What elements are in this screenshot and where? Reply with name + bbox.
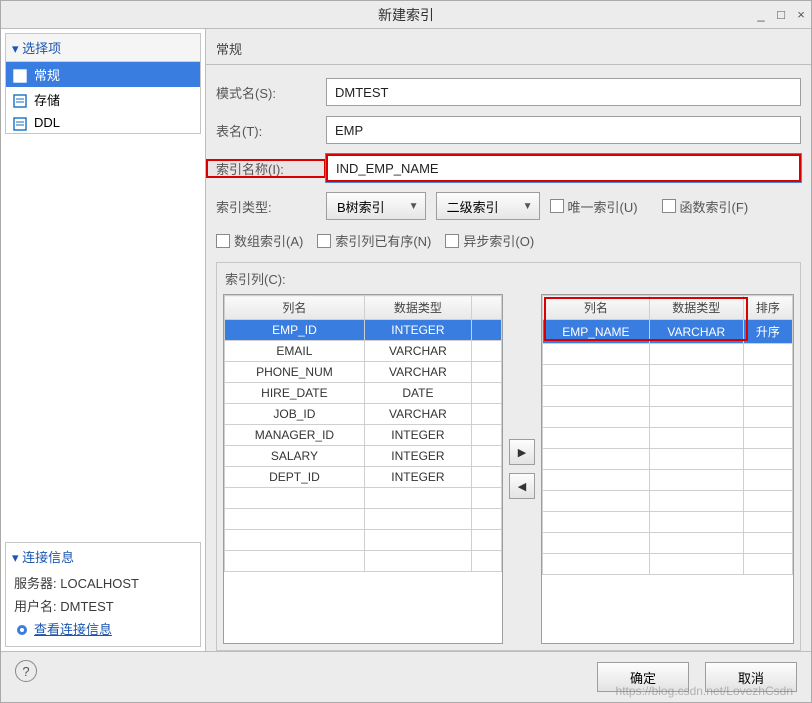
table-row[interactable]: EMAILVARCHAR — [225, 341, 502, 362]
view-connection-link[interactable]: 查看连接信息 — [6, 617, 200, 640]
column-header[interactable]: 数据类型 — [364, 296, 471, 320]
table-row[interactable]: EMP_NAMEVARCHAR升序 — [543, 320, 793, 344]
remove-column-button[interactable]: ◀ — [509, 473, 535, 499]
table-row[interactable]: MANAGER_IDINTEGER — [225, 425, 502, 446]
table-row[interactable] — [543, 449, 793, 470]
table-row[interactable] — [543, 533, 793, 554]
table-row[interactable] — [225, 488, 502, 509]
table-row[interactable]: SALARYINTEGER — [225, 446, 502, 467]
connection-info-title[interactable]: 连接信息 — [6, 543, 200, 571]
chevron-down-icon: ▼ — [409, 201, 419, 212]
title-bar: 新建索引 _ □ × — [1, 1, 811, 29]
index-columns-panel: 索引列(C): 列名数据类型EMP_IDINTEGEREMAILVARCHARP… — [216, 262, 801, 651]
table-row[interactable] — [543, 407, 793, 428]
ordered-columns-checkbox[interactable]: 索引列已有序(N) — [317, 231, 431, 250]
sidebar-section-title[interactable]: 选择项 — [6, 34, 200, 62]
secondary-index-dropdown[interactable]: 二级索引▼ — [436, 192, 540, 220]
connection-user: 用户名: DMTEST — [6, 594, 200, 617]
table-row[interactable] — [543, 386, 793, 407]
add-column-button[interactable]: ▶ — [509, 439, 535, 465]
unique-index-checkbox[interactable]: 唯一索引(U) — [550, 197, 638, 216]
array-index-checkbox[interactable]: 数组索引(A) — [216, 231, 303, 250]
column-header[interactable]: 排序 — [743, 296, 792, 320]
index-columns-caption: 索引列(C): — [217, 263, 800, 294]
dialog-window: 新建索引 _ □ × 选择项 常规存储 DDL 连接信息 服务器: LOCALHO… — [0, 0, 812, 703]
cancel-button[interactable]: 取消 — [705, 662, 797, 692]
table-row[interactable] — [543, 428, 793, 449]
maximize-icon[interactable]: □ — [771, 7, 791, 22]
close-icon[interactable]: × — [791, 7, 811, 22]
table-row[interactable] — [543, 344, 793, 365]
connection-info-panel: 连接信息 服务器: LOCALHOST 用户名: DMTEST 查看连接信息 — [5, 542, 201, 647]
sidebar-item-ddl[interactable]: DDL — [6, 112, 200, 133]
window-title: 新建索引 — [61, 5, 751, 25]
sidebar-item-label: DDL — [34, 115, 60, 130]
tab-title: 常规 — [206, 33, 811, 65]
available-columns-table[interactable]: 列名数据类型EMP_IDINTEGEREMAILVARCHARPHONE_NUM… — [223, 294, 503, 644]
sidebar-section: 选择项 常规存储 DDL — [5, 33, 201, 134]
index-type-label: 索引类型: — [206, 197, 326, 216]
ok-button[interactable]: 确定 — [597, 662, 689, 692]
form-icon — [12, 93, 28, 107]
table-row[interactable] — [543, 470, 793, 491]
table-row[interactable] — [225, 530, 502, 551]
table-row[interactable]: DEPT_IDINTEGER — [225, 467, 502, 488]
table-row[interactable] — [543, 365, 793, 386]
sidebar-item-label: 常规 — [34, 65, 60, 84]
table-row[interactable] — [543, 491, 793, 512]
index-type-dropdown[interactable]: B树索引▼ — [326, 192, 426, 220]
sidebar-item-label: 存储 — [34, 90, 60, 109]
column-header[interactable]: 列名 — [543, 296, 650, 320]
table-row[interactable] — [543, 554, 793, 575]
index-name-input[interactable] — [326, 154, 801, 182]
table-row[interactable] — [225, 551, 502, 572]
form-icon — [12, 68, 28, 82]
table-label: 表名(T): — [206, 121, 326, 140]
chevron-down-icon: ▼ — [523, 201, 533, 212]
selected-columns-table[interactable]: 列名数据类型排序EMP_NAMEVARCHAR升序 — [541, 294, 794, 644]
help-button[interactable]: ? — [15, 660, 37, 682]
sidebar-item-常规[interactable]: 常规 — [6, 62, 200, 87]
dialog-footer: ? 确定 取消 https://blog.csdn.net/LovezhCsdn — [1, 651, 811, 702]
sidebar: 选择项 常规存储 DDL 连接信息 服务器: LOCALHOST 用户名: DMT… — [1, 29, 206, 651]
column-header[interactable]: 数据类型 — [649, 296, 743, 320]
table-row[interactable] — [225, 509, 502, 530]
connection-server: 服务器: LOCALHOST — [6, 571, 200, 594]
link-icon — [14, 622, 30, 636]
column-header[interactable]: 列名 — [225, 296, 365, 320]
schema-label: 模式名(S): — [206, 83, 326, 102]
table-row[interactable] — [543, 512, 793, 533]
index-name-label: 索引名称(I): — [206, 159, 326, 178]
table-row[interactable]: EMP_IDINTEGER — [225, 320, 502, 341]
minimize-icon[interactable]: _ — [751, 7, 771, 22]
async-index-checkbox[interactable]: 异步索引(O) — [445, 231, 534, 250]
table-row[interactable]: JOB_IDVARCHAR — [225, 404, 502, 425]
table-input[interactable] — [326, 116, 801, 144]
table-row[interactable]: HIRE_DATEDATE — [225, 383, 502, 404]
schema-input[interactable] — [326, 78, 801, 106]
main-panel: 常规 模式名(S): 表名(T): 索引名称(I): 索引类型: — [206, 29, 811, 651]
table-row[interactable]: PHONE_NUMVARCHAR — [225, 362, 502, 383]
function-index-checkbox[interactable]: 函数索引(F) — [662, 197, 749, 216]
form-icon — [12, 116, 28, 130]
sidebar-item-存储[interactable]: 存储 — [6, 87, 200, 112]
